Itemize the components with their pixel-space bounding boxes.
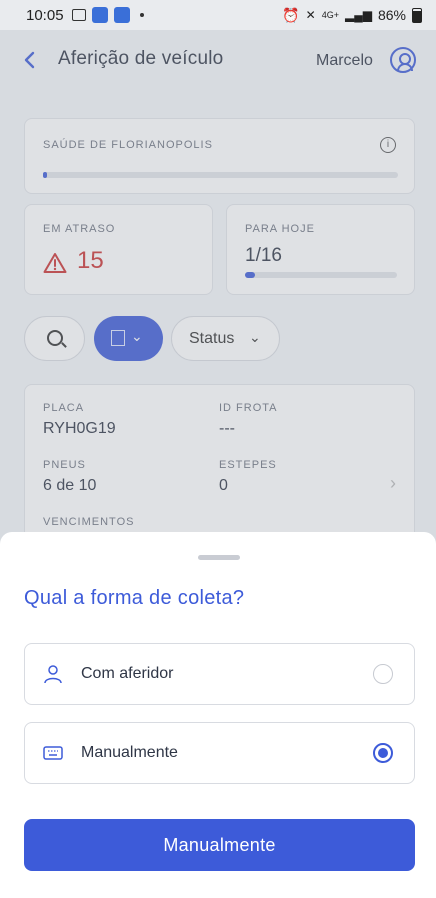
sheet-drag-handle[interactable] — [198, 555, 240, 560]
option-label: Com aferidor — [81, 665, 174, 682]
confirm-button[interactable]: Manualmente — [24, 819, 415, 871]
radio-unselected[interactable] — [373, 664, 393, 684]
battery-label: 86% — [377, 7, 406, 23]
battery-icon — [412, 7, 422, 23]
status-time: 10:05 — [26, 6, 64, 24]
app-notification-icon — [91, 7, 108, 23]
mute-icon: ✕ — [305, 8, 316, 22]
keyboard-icon — [43, 743, 63, 763]
signal-icon: ▂▄▆ — [345, 8, 372, 22]
status-bar: 10:05 ⏰ ✕ 4G+ ▂▄▆ 86% — [0, 0, 436, 30]
status-right: ⏰ ✕ 4G+ ▂▄▆ 86% — [282, 7, 422, 24]
network-label: 4G+ — [321, 10, 339, 20]
app-notification-icon-2 — [113, 7, 130, 23]
option-manual[interactable]: Manualmente — [24, 722, 415, 784]
more-notifications-icon — [139, 13, 144, 17]
gallery-notification-icon — [71, 9, 86, 21]
option-label: Manualmente — [81, 744, 178, 761]
alarm-icon: ⏰ — [282, 6, 300, 23]
option-with-gauge[interactable]: Com aferidor — [24, 643, 415, 705]
user-gauge-icon — [43, 664, 63, 684]
sheet-title: Qual a forma de coleta? — [24, 587, 245, 609]
radio-selected[interactable] — [373, 743, 393, 763]
